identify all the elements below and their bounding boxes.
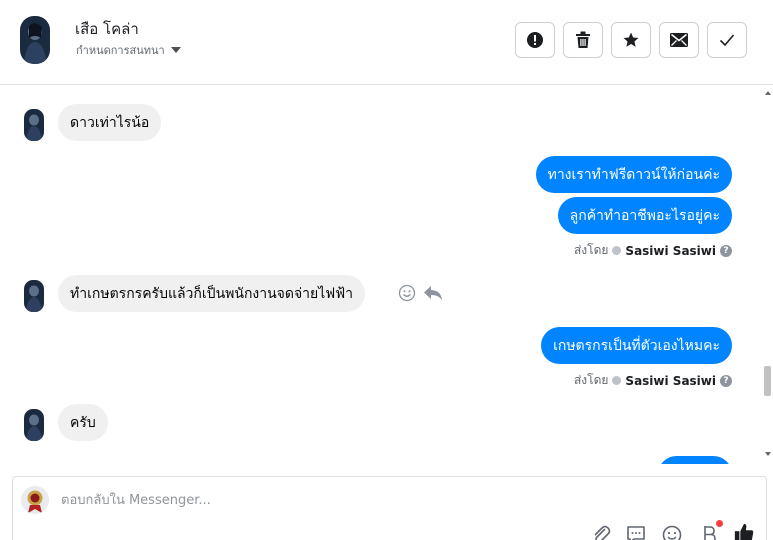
conversation-options-label: กำหนดการสนทนา	[76, 44, 165, 57]
mail-icon	[670, 33, 688, 47]
contact-avatar-small	[24, 109, 44, 141]
sent-check-icon	[612, 376, 622, 385]
outgoing-message[interactable]: ลูกค้าทำอาชีพอะไรอยู่คะ	[557, 197, 732, 234]
checkmark-icon	[719, 34, 735, 47]
contact-avatar-small	[24, 409, 44, 441]
saved-replies-icon[interactable]	[625, 524, 647, 540]
exclamation-icon	[527, 32, 543, 48]
mark-spam-button[interactable]	[515, 22, 555, 58]
reply-composer	[12, 476, 767, 540]
like-thumb-icon[interactable]	[733, 522, 755, 540]
page-avatar	[21, 486, 49, 514]
messenger-conversation-panel: เสือ โคล่า กำหนดการสนทนา ดาวเท่าไรน้อ ทา…	[0, 0, 773, 540]
reply-input[interactable]	[61, 490, 661, 510]
conversation-header: เสือ โคล่า กำหนดการสนทนา	[0, 0, 773, 85]
mark-unread-button[interactable]	[659, 22, 699, 58]
delete-button[interactable]	[563, 22, 603, 58]
conversation-options-dropdown[interactable]: กำหนดการสนทนา	[76, 41, 181, 59]
scroll-thumb[interactable]	[764, 366, 771, 396]
incoming-message[interactable]: ดาวเท่าไรน้อ	[58, 104, 162, 141]
star-button[interactable]	[611, 22, 651, 58]
attachment-icon[interactable]	[590, 524, 612, 540]
sent-by-info: ส่งโดย Sasiwi Sasiwi ?	[574, 371, 732, 390]
contact-name: เสือ โคล่า	[75, 20, 139, 38]
mark-done-button[interactable]	[707, 22, 747, 58]
message-list[interactable]: ดาวเท่าไรน้อ ทางเราทำฟรีดาวน์ให้ก่อนค่ะ …	[0, 86, 762, 464]
sent-by-label: ส่งโดย	[573, 373, 609, 387]
help-icon[interactable]: ?	[720, 374, 732, 387]
incoming-message[interactable]: ครับ	[58, 404, 108, 441]
outgoing-message-partial[interactable]	[658, 456, 732, 464]
sender-name[interactable]: Sasiwi Sasiwi	[625, 244, 716, 258]
reply-icon[interactable]	[423, 284, 443, 302]
notification-dot	[716, 520, 723, 527]
sender-name[interactable]: Sasiwi Sasiwi	[625, 374, 716, 388]
outgoing-message[interactable]: ทางเราทำฟรีดาวน์ให้ก่อนค่ะ	[535, 156, 732, 193]
emoji-icon[interactable]	[661, 524, 683, 540]
sent-by-info: ส่งโดย Sasiwi Sasiwi ?	[574, 241, 732, 260]
message-list-scrollbar[interactable]	[762, 86, 773, 464]
trash-icon	[576, 31, 590, 48]
sent-check-icon	[612, 246, 622, 255]
emoji-react-icon[interactable]	[398, 284, 416, 302]
caret-down-icon	[170, 47, 181, 53]
contact-avatar-small	[24, 280, 44, 312]
scroll-up-arrow-icon[interactable]	[765, 91, 771, 95]
help-icon[interactable]: ?	[720, 244, 732, 257]
outgoing-message[interactable]: เกษตรกรเป็นที่ตัวเองไหมคะ	[541, 327, 732, 364]
scroll-down-arrow-icon[interactable]	[765, 452, 771, 456]
incoming-message[interactable]: ทำเกษตรกรครับแล้วก็เป็นพนักงานจดจ่ายไฟฟ้…	[58, 275, 365, 312]
sent-by-label: ส่งโดย	[573, 243, 609, 257]
contact-avatar[interactable]	[20, 16, 50, 64]
star-icon	[623, 32, 639, 47]
